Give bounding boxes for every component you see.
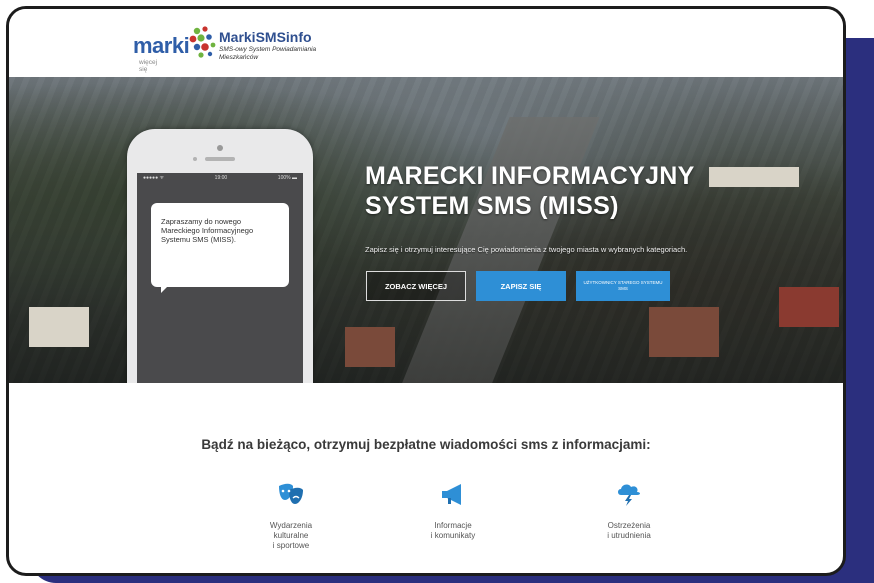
hero-title: MARECKI INFORMACYJNY SYSTEM SMS (MISS) bbox=[365, 161, 745, 221]
phone-time: 19:00 bbox=[214, 175, 228, 181]
phone-screen: ●●●●● ᯤ 19:00 100% ▬ Zapraszamy do noweg… bbox=[137, 173, 303, 383]
message-text: Zapraszamy do nowego Mareckiego Informac… bbox=[161, 217, 254, 244]
feature-label-line: Ostrzeżenia bbox=[607, 521, 651, 530]
logo-dots-icon bbox=[189, 26, 216, 58]
feature-list: Wydarzenia kulturalne i sportowe Informa… bbox=[9, 481, 843, 573]
hero-building bbox=[345, 327, 395, 367]
feature-label: Ostrzeżenia i utrudnienia bbox=[569, 521, 689, 541]
sign-up-button[interactable]: ZAPISZ SIĘ bbox=[476, 271, 566, 301]
phone-sensor bbox=[193, 157, 197, 161]
hero-banner: ●●●●● ᯤ 19:00 100% ▬ Zapraszamy do noweg… bbox=[9, 77, 843, 383]
feature-label-line: i utrudnienia bbox=[607, 531, 651, 540]
signal-status: ●●●●● ᯤ bbox=[143, 175, 165, 181]
phone-camera-icon bbox=[217, 145, 223, 151]
info-lead-text: Bądź na bieżąco, otrzymuj bezpłatne wiad… bbox=[201, 437, 651, 452]
battery-status: 100% ▬ bbox=[277, 175, 297, 181]
feature-item-announcements[interactable]: Informacje i komunikaty bbox=[393, 481, 513, 541]
hero-title-line: MARECKI INFORMACYJNY bbox=[365, 162, 695, 190]
phone-speaker bbox=[205, 157, 235, 161]
message-bubble: Zapraszamy do nowego Mareckiego Informac… bbox=[151, 203, 289, 293]
phone-status-bar: ●●●●● ᯤ 19:00 100% ▬ bbox=[137, 173, 303, 183]
browser-frame: marki więcej się MarkiSMSinfo SMS-owy Sy… bbox=[6, 6, 846, 576]
feature-item-events[interactable]: Wydarzenia kulturalne i sportowe bbox=[231, 481, 351, 551]
hero-building bbox=[29, 307, 89, 347]
feature-label: Informacje i komunikaty bbox=[393, 521, 513, 541]
brand-subtitle: SMS-owy System Powiadamiania Mieszkańców bbox=[219, 46, 317, 61]
feature-item-warnings[interactable]: Ostrzeżenia i utrudnienia bbox=[569, 481, 689, 541]
feature-label-line: Wydarzenia bbox=[269, 521, 313, 530]
phone-mockup: ●●●●● ᯤ 19:00 100% ▬ Zapraszamy do noweg… bbox=[127, 129, 313, 383]
feature-label-line: i sportowe bbox=[272, 541, 310, 550]
hero-building bbox=[649, 307, 719, 357]
theater-masks-icon bbox=[279, 483, 303, 504]
logo-tagline: więcej się bbox=[139, 59, 158, 73]
message-bubble-tail bbox=[161, 285, 169, 293]
logo-word: marki bbox=[133, 33, 190, 58]
site-header: marki więcej się MarkiSMSinfo SMS-owy Sy… bbox=[9, 9, 843, 77]
see-more-button[interactable]: ZOBACZ WIĘCEJ bbox=[366, 271, 466, 301]
feature-label-line: kulturalne bbox=[273, 531, 309, 540]
hero-subtitle: Zapisz się i otrzymuj interesujące Cię p… bbox=[365, 245, 688, 254]
feature-label: Wydarzenia kulturalne i sportowe bbox=[231, 521, 351, 551]
storm-cloud-icon bbox=[618, 484, 640, 506]
old-system-users-button[interactable]: UŻYTKOWNICY STAREGO SYSTEMU SMS bbox=[576, 271, 670, 301]
feature-label-line: i komunikaty bbox=[430, 531, 476, 540]
hero-title-line: SYSTEM SMS (MISS) bbox=[365, 192, 619, 220]
hero-building bbox=[779, 287, 839, 327]
feature-label-line: Informacje bbox=[434, 521, 472, 530]
brand-title: MarkiSMSinfo bbox=[219, 29, 312, 45]
megaphone-icon bbox=[442, 484, 461, 505]
